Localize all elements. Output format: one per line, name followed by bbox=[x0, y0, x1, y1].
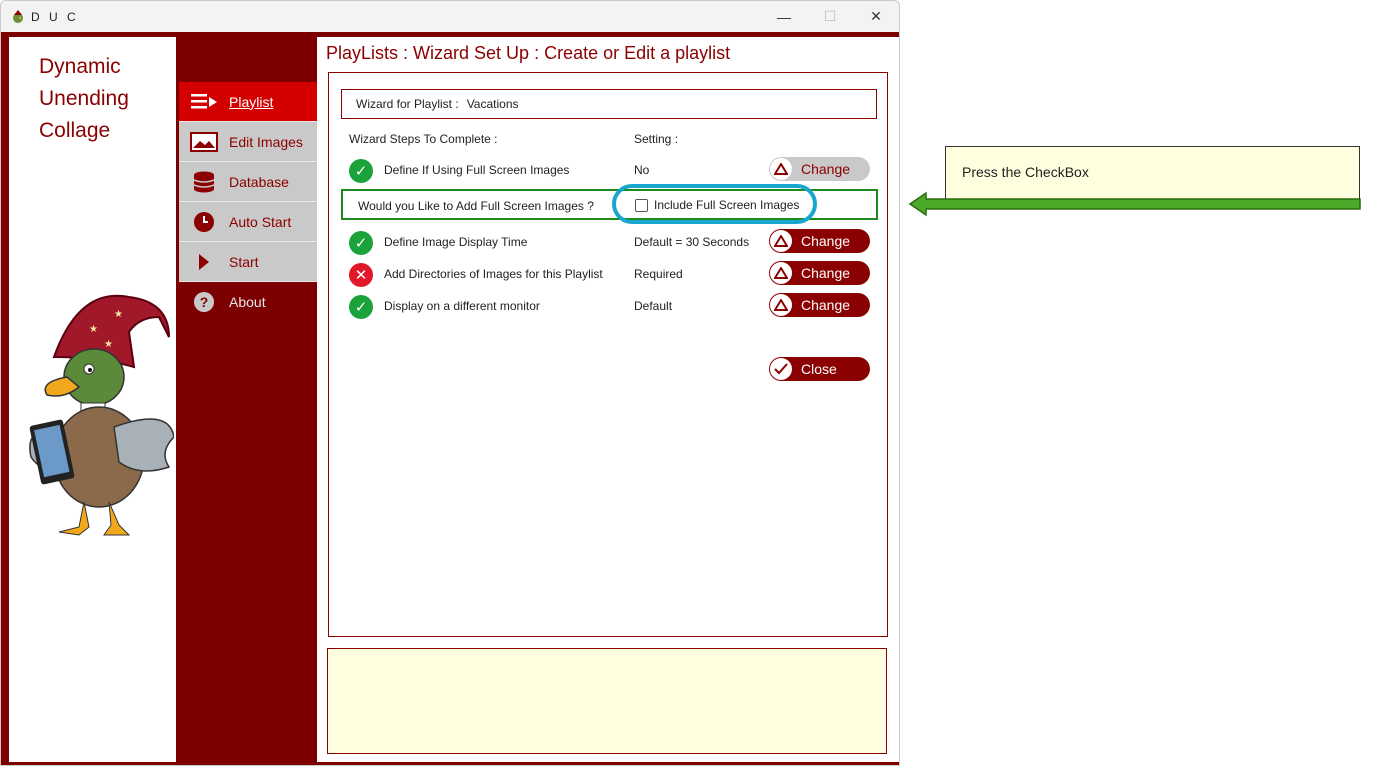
svg-text:?: ? bbox=[200, 294, 209, 310]
close-button[interactable]: Close bbox=[769, 357, 870, 381]
brand-name: Dynamic Unending Collage bbox=[39, 51, 129, 147]
change-monitor-button[interactable]: Change bbox=[769, 293, 870, 317]
sidebar-item-auto-start[interactable]: Auto Start bbox=[179, 202, 317, 242]
wizard-panel: Wizard for Playlist : Vacations Wizard S… bbox=[328, 72, 888, 637]
sidebar-item-about[interactable]: ? About bbox=[179, 282, 317, 322]
brand-panel: Dynamic Unending Collage ★ ★ ★ bbox=[9, 37, 176, 762]
sidebar-item-label: Edit Images bbox=[229, 133, 303, 150]
triangle-up-icon bbox=[770, 158, 792, 180]
checkmark-icon bbox=[770, 358, 792, 380]
step-setting: No bbox=[634, 163, 650, 177]
callout-text: Press the CheckBox bbox=[962, 164, 1089, 180]
app-frame: Dynamic Unending Collage ★ ★ ★ Playlist … bbox=[1, 32, 899, 765]
brand-line-3: Collage bbox=[39, 119, 111, 142]
main-content: PlayLists : Wizard Set Up : Create or Ed… bbox=[317, 37, 899, 762]
sidebar-item-label: Start bbox=[229, 253, 259, 270]
sidebar-item-database[interactable]: Database bbox=[179, 162, 317, 202]
sidebar-item-start[interactable]: Start bbox=[179, 242, 317, 282]
playlist-icon bbox=[179, 92, 229, 112]
steps-header: Wizard Steps To Complete : bbox=[349, 132, 498, 146]
wizard-step-row: ✓ Display on a different monitor Default… bbox=[329, 292, 887, 320]
change-directories-button[interactable]: Change bbox=[769, 261, 870, 285]
wizard-step-row: ✓ Define Image Display Time Default = 30… bbox=[329, 228, 887, 256]
svg-text:★: ★ bbox=[104, 339, 113, 350]
step-label: Display on a different monitor bbox=[384, 299, 540, 313]
sidebar-item-edit-images[interactable]: Edit Images bbox=[179, 122, 317, 162]
triangle-up-icon bbox=[770, 262, 792, 284]
sidebar-item-label: Playlist bbox=[229, 93, 274, 110]
pointer-arrow-icon bbox=[908, 191, 1361, 217]
app-window: D U C — ☐ ✕ Dynamic Unending Collage ★ ★… bbox=[0, 0, 900, 766]
app-logo-icon bbox=[11, 9, 25, 24]
minimize-button[interactable]: — bbox=[761, 1, 807, 32]
step-setting: Default = 30 Seconds bbox=[634, 235, 750, 249]
full-screen-question: Would you Like to Add Full Screen Images… bbox=[358, 199, 594, 213]
brand-line-2: Unending bbox=[39, 87, 129, 110]
maximize-button[interactable]: ☐ bbox=[807, 1, 853, 32]
checkmark-icon: ✓ bbox=[349, 159, 373, 183]
error-x-icon: ✕ bbox=[349, 263, 373, 287]
triangle-up-icon bbox=[770, 230, 792, 252]
svg-text:★: ★ bbox=[89, 324, 98, 335]
highlight-ring bbox=[612, 184, 817, 224]
step-label: Define If Using Full Screen Images bbox=[384, 163, 570, 177]
database-icon bbox=[179, 171, 229, 193]
help-icon: ? bbox=[179, 291, 229, 313]
change-button-label: Change bbox=[801, 161, 851, 177]
close-row: Close bbox=[329, 356, 887, 384]
change-button-label: Change bbox=[801, 297, 851, 313]
step-setting: Required bbox=[634, 267, 683, 281]
sidebar-item-label: About bbox=[229, 294, 266, 310]
change-button-label: Change bbox=[801, 265, 851, 281]
wizard-step-row: ✓ Define If Using Full Screen Images No … bbox=[329, 156, 887, 184]
sidebar-item-label: Auto Start bbox=[229, 213, 292, 230]
wizard-playlist-name: Vacations bbox=[466, 97, 519, 111]
change-full-screen-button[interactable]: Change bbox=[769, 157, 870, 181]
change-display-time-button[interactable]: Change bbox=[769, 229, 870, 253]
play-icon bbox=[179, 253, 229, 271]
message-area bbox=[327, 648, 887, 754]
sidebar-item-playlist[interactable]: Playlist bbox=[179, 82, 317, 122]
triangle-up-icon bbox=[770, 294, 792, 316]
step-setting: Default bbox=[634, 299, 673, 313]
close-window-button[interactable]: ✕ bbox=[853, 1, 899, 32]
brand-line-1: Dynamic bbox=[39, 55, 121, 78]
checkmark-icon: ✓ bbox=[349, 231, 373, 255]
checkmark-icon: ✓ bbox=[349, 295, 373, 319]
wizard-playlist-label: Wizard for Playlist : bbox=[356, 97, 459, 111]
clock-icon bbox=[179, 211, 229, 233]
page-title: PlayLists : Wizard Set Up : Create or Ed… bbox=[326, 43, 731, 63]
sidebar-nav: Playlist Edit Images Database Auto Start bbox=[179, 82, 317, 322]
wizard-playlist-box: Wizard for Playlist : Vacations bbox=[341, 89, 877, 119]
sidebar-item-label: Database bbox=[229, 173, 289, 190]
wizard-duck-mascot-icon: ★ ★ ★ bbox=[29, 294, 174, 536]
close-button-label: Close bbox=[801, 361, 837, 377]
svg-text:★: ★ bbox=[114, 309, 123, 320]
step-label: Add Directories of Images for this Playl… bbox=[384, 267, 603, 281]
image-icon bbox=[179, 131, 229, 152]
setting-header: Setting : bbox=[634, 132, 679, 146]
change-button-label: Change bbox=[801, 233, 851, 249]
wizard-step-row: ✕ Add Directories of Images for this Pla… bbox=[329, 260, 887, 288]
step-label: Define Image Display Time bbox=[384, 235, 528, 249]
title-bar: D U C — ☐ ✕ bbox=[1, 1, 899, 32]
window-title: D U C bbox=[31, 9, 79, 24]
window-controls: — ☐ ✕ bbox=[761, 1, 899, 32]
